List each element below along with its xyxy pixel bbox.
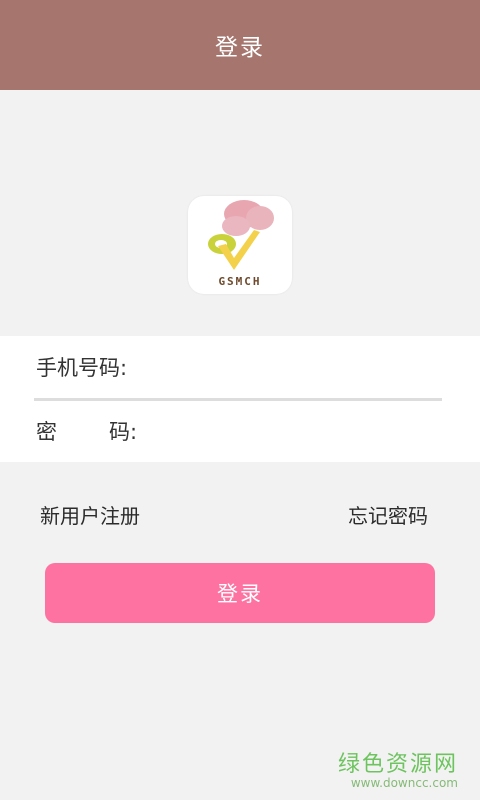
password-input[interactable] bbox=[162, 418, 442, 444]
phone-label: 手机号码: bbox=[36, 356, 128, 380]
logo-text: GSMCH bbox=[218, 275, 262, 288]
watermark-url: www.downcc.com bbox=[350, 776, 458, 790]
forgot-password-link[interactable]: 忘记密码 bbox=[348, 500, 428, 529]
watermark-text: 绿色资源网 bbox=[337, 752, 458, 777]
login-form: 手机号码: 密 码: bbox=[0, 336, 480, 462]
watermark: 绿色资源网 www.downcc.com bbox=[338, 746, 458, 790]
password-label-first: 密 bbox=[36, 420, 57, 444]
page-title: 登录 bbox=[215, 35, 265, 61]
password-label: 密 码: bbox=[36, 416, 162, 446]
app-header: 登录 bbox=[0, 0, 480, 90]
password-row: 密 码: bbox=[36, 400, 442, 462]
phone-row: 手机号码: bbox=[36, 336, 442, 398]
password-label-last: 码: bbox=[109, 420, 138, 444]
phone-input[interactable] bbox=[162, 354, 442, 380]
app-logo: GSMCH bbox=[188, 196, 292, 294]
register-link[interactable]: 新用户注册 bbox=[40, 500, 140, 529]
login-button[interactable]: 登录 bbox=[45, 563, 435, 623]
auth-links: 新用户注册 忘记密码 bbox=[40, 498, 428, 530]
login-button-label: 登录 bbox=[217, 582, 263, 606]
